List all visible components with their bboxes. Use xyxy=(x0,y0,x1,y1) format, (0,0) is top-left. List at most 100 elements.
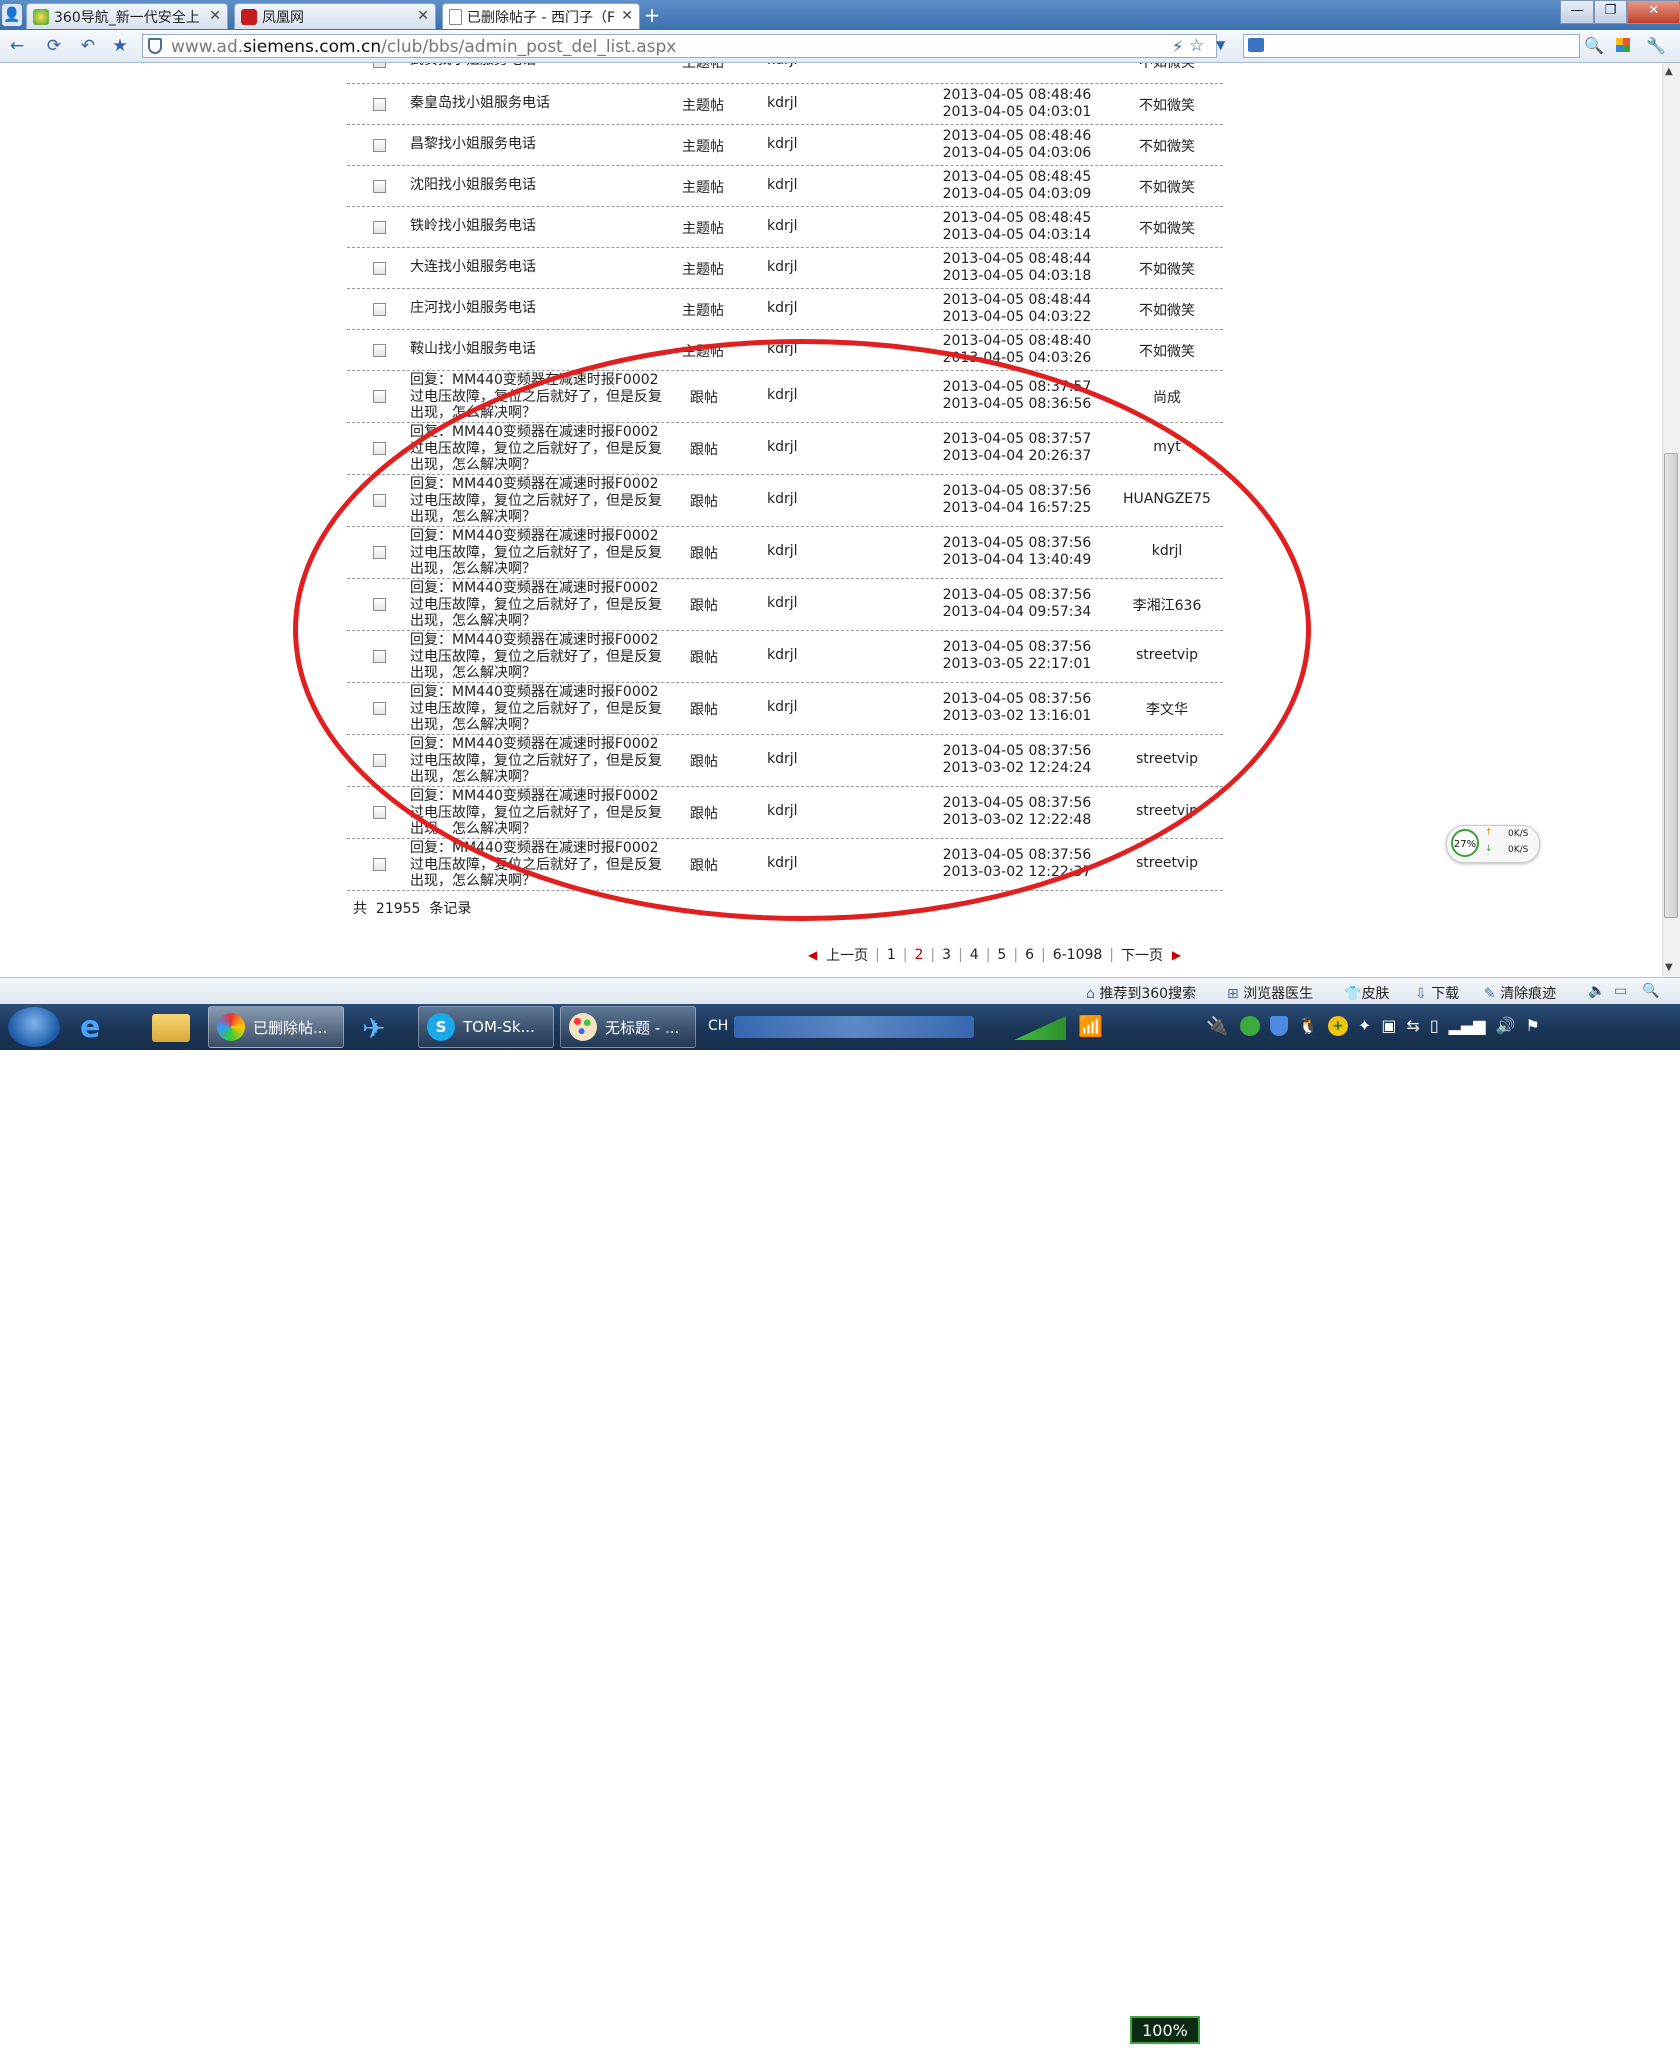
row-checkbox[interactable] xyxy=(373,261,386,275)
post-title[interactable]: 鞍山找小姐服务电话 xyxy=(410,341,662,358)
network-signal-icon[interactable] xyxy=(1014,1016,1066,1040)
user-avatar-icon[interactable]: 👤 xyxy=(2,4,22,26)
shield-icon[interactable] xyxy=(1270,1016,1288,1036)
post-user[interactable]: 不如微笑 xyxy=(1117,341,1217,361)
page-link-3[interactable]: 4 xyxy=(970,947,979,963)
post-user[interactable]: 不如微笑 xyxy=(1117,63,1217,72)
taskbar-skype-button[interactable]: S TOM-Sk... xyxy=(418,1006,554,1048)
close-icon[interactable]: ✕ xyxy=(621,8,633,24)
scroll-up-arrow-icon[interactable]: ▲ xyxy=(1665,66,1673,77)
close-window-button[interactable]: ✕ xyxy=(1627,0,1680,24)
flag-icon[interactable]: ⚑ xyxy=(1526,1016,1540,1038)
tab-deleted-posts[interactable]: 已删除帖子 - 西门子（F ✕ xyxy=(442,3,640,29)
clear-traces-button[interactable]: ✎ 清除痕迹 xyxy=(1484,983,1556,1003)
tray-icons[interactable]: 🐧 + ✦ ▣ ⇆ ▯ ▂▄▆ 🔊 ⚑ xyxy=(1240,1016,1560,1038)
taskbar-browser-button[interactable]: 已删除帖... xyxy=(208,1006,344,1048)
windows-start-button[interactable] xyxy=(8,1007,60,1047)
search-icon[interactable]: 🔍 xyxy=(1584,36,1604,55)
prev-arrow-icon[interactable]: ◀ xyxy=(808,948,817,962)
speed-mode-icon[interactable]: ⚡ xyxy=(1172,37,1183,56)
close-icon[interactable]: ✕ xyxy=(209,8,221,24)
speaker-icon[interactable]: 🔊 xyxy=(1496,1016,1516,1038)
device-tray-icon[interactable]: ▯ xyxy=(1430,1016,1439,1038)
undo-icon[interactable]: ↶ xyxy=(76,35,100,57)
dropdown-arrow-icon[interactable]: ▼ xyxy=(1216,38,1225,52)
post-user[interactable]: 尚成 xyxy=(1117,387,1217,407)
minimize-button[interactable]: — xyxy=(1560,0,1594,24)
taskbar-paint-button[interactable]: 无标题 - ... xyxy=(560,1006,696,1048)
new-tab-button[interactable]: + xyxy=(640,5,664,27)
tools-wrench-icon[interactable]: 🔧 xyxy=(1646,36,1666,55)
search-engine-icon[interactable] xyxy=(1248,38,1264,52)
row-checkbox[interactable] xyxy=(373,302,386,316)
system-clock[interactable]: 9:08 2013/4/5 xyxy=(1570,2010,1680,2048)
page-link-6[interactable]: 6-1098 xyxy=(1053,947,1103,963)
page-link-1[interactable]: 2 xyxy=(915,947,924,963)
row-checkbox[interactable] xyxy=(373,220,386,234)
360-safe-icon[interactable] xyxy=(1240,1016,1260,1036)
row-checkbox[interactable] xyxy=(373,63,386,68)
post-title[interactable]: 铁岭找小姐服务电话 xyxy=(410,218,662,235)
row-checkbox[interactable] xyxy=(373,97,386,111)
page-link-0[interactable]: 1 xyxy=(887,947,896,963)
browser-doctor-button[interactable]: ⊞ 浏览器医生 xyxy=(1227,983,1313,1003)
post-user[interactable]: 不如微笑 xyxy=(1117,95,1217,115)
network-tray-icon[interactable]: ⇆ xyxy=(1406,1016,1419,1038)
post-title[interactable]: 武安找小姐服务电话 xyxy=(410,63,662,69)
next-arrow-icon[interactable]: ▶ xyxy=(1172,948,1181,962)
post-user[interactable]: 不如微笑 xyxy=(1117,259,1217,279)
tab-ifeng[interactable]: 凤凰网 ✕ xyxy=(234,3,436,29)
page-link-2[interactable]: 3 xyxy=(942,947,951,963)
scrollbar-thumb[interactable] xyxy=(1664,453,1678,918)
next-page-link[interactable]: 下一页 xyxy=(1121,945,1163,965)
plus-icon[interactable]: + xyxy=(1327,1016,1348,1036)
folder-icon[interactable] xyxy=(152,1014,190,1042)
page-link-4[interactable]: 5 xyxy=(997,947,1006,963)
apps-grid-icon[interactable] xyxy=(1616,38,1630,52)
tab-360-nav[interactable]: 360导航_新一代安全上 ✕ xyxy=(26,3,228,29)
back-icon[interactable]: ← xyxy=(5,35,29,57)
bird-app-icon[interactable]: ✈ xyxy=(362,1012,385,1045)
post-title[interactable]: 昌黎找小姐服务电话 xyxy=(410,136,662,153)
post-user[interactable]: 不如微笑 xyxy=(1117,218,1217,238)
signal-bars-icon[interactable]: ▂▄▆ xyxy=(1449,1016,1486,1038)
recommend-360-button[interactable]: ⌂ 推荐到360搜索 xyxy=(1086,983,1196,1003)
url-text[interactable]: www.ad.siemens.com.cn/club/bbs/admin_pos… xyxy=(171,37,676,57)
row-checkbox[interactable] xyxy=(373,806,386,819)
search-input[interactable] xyxy=(1243,34,1580,58)
post-user[interactable]: streetvip xyxy=(1117,855,1217,871)
zoom-icon[interactable]: 🔍 xyxy=(1642,983,1659,999)
prev-page-link[interactable]: 上一页 xyxy=(826,945,868,965)
row-checkbox[interactable] xyxy=(373,442,386,455)
battery-indicator[interactable]: 100% xyxy=(1130,2016,1200,2044)
power-plug-icon[interactable]: 🔌 xyxy=(1206,1016,1228,1037)
post-user[interactable]: 不如微笑 xyxy=(1117,300,1217,320)
wifi-tower-icon[interactable]: 📶 xyxy=(1078,1014,1103,1038)
row-checkbox[interactable] xyxy=(373,343,386,357)
language-indicator[interactable]: CH xyxy=(708,1018,728,1034)
bookmark-star-icon[interactable]: ☆ xyxy=(1189,36,1204,56)
note-icon[interactable]: ▭ xyxy=(1614,983,1627,999)
post-user[interactable]: 不如微笑 xyxy=(1117,136,1217,156)
maximize-button[interactable]: ❐ xyxy=(1593,0,1628,24)
edit-tray-icon[interactable]: ▣ xyxy=(1381,1016,1396,1038)
close-icon[interactable]: ✕ xyxy=(417,8,429,24)
row-checkbox[interactable] xyxy=(373,138,386,152)
ime-toolbar[interactable] xyxy=(734,1016,974,1038)
favorite-star-icon[interactable]: ★ xyxy=(108,35,132,57)
row-checkbox[interactable] xyxy=(373,390,386,403)
skin-button[interactable]: 👕皮肤 xyxy=(1344,983,1389,1003)
row-checkbox[interactable] xyxy=(373,179,386,193)
app-tray-icon[interactable]: ✦ xyxy=(1358,1016,1371,1038)
scroll-down-arrow-icon[interactable]: ▼ xyxy=(1665,962,1673,973)
refresh-icon[interactable]: ⟳ xyxy=(42,35,66,57)
post-title[interactable]: 沈阳找小姐服务电话 xyxy=(410,177,662,194)
volume-icon[interactable]: 🔈 xyxy=(1588,983,1605,999)
post-title[interactable]: 秦皇岛找小姐服务电话 xyxy=(410,95,662,112)
page-link-5[interactable]: 6 xyxy=(1025,947,1034,963)
row-checkbox[interactable] xyxy=(373,858,386,871)
post-title[interactable]: 大连找小姐服务电话 xyxy=(410,259,662,276)
download-button[interactable]: ⇩ 下载 xyxy=(1415,983,1459,1003)
qq-penguin-icon[interactable]: 🐧 xyxy=(1298,1016,1318,1038)
ie-icon[interactable]: e xyxy=(80,1010,100,1045)
